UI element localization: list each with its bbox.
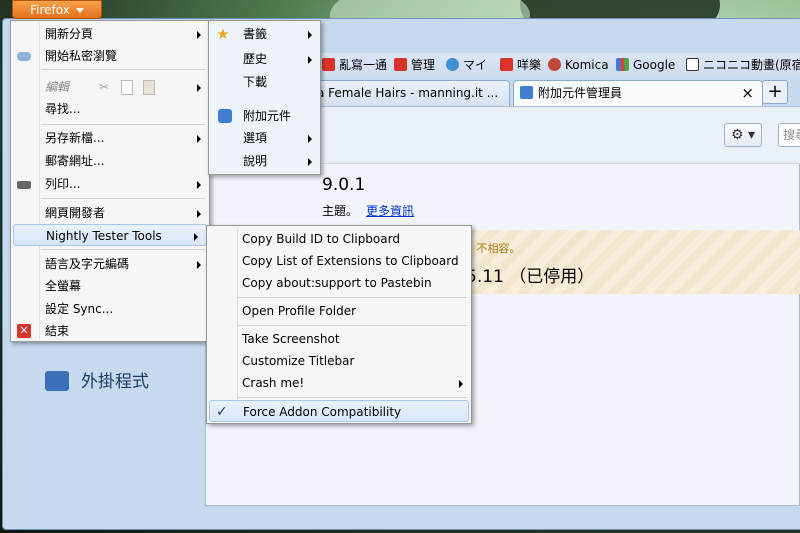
mask-icon [17,52,31,61]
bookmark-item[interactable]: 管理 [394,57,435,73]
blue-site-icon [446,58,459,71]
submenu-arrow-icon [194,233,198,241]
plugin-icon [45,371,69,391]
menu-item-edit[interactable]: 編輯 ✂ [11,76,209,98]
red-site-icon [322,58,335,71]
addon-version: 9.0.1 [322,175,366,195]
bookmark-item[interactable]: マイ [446,57,487,73]
firefox-menu-button[interactable]: Firefox [12,0,102,19]
red-site-icon [394,58,407,71]
menu-item-web-developer[interactable]: 網頁開發者 [11,202,209,224]
menu-item-copy-extensions[interactable]: Copy List of Extensions to Clipboard [207,250,471,272]
category-pane [12,341,204,506]
bookmark-item[interactable]: Komica [548,57,609,73]
tab-addons-manager[interactable]: 附加元件管理員 × [513,80,763,106]
search-input[interactable]: 搜尋 [778,123,800,147]
star-icon: ★ [216,25,230,43]
bookmark-item[interactable]: 咩樂 [500,57,541,73]
submenu-arrow-icon [308,158,312,166]
bookmark-item[interactable]: 亂寫一通 [322,57,387,73]
submenu-arrow-icon [197,135,201,143]
menu-item-new-tab[interactable]: 開新分頁 [11,23,209,45]
addon-name-disabled: 5.11 （已停用） [466,267,595,287]
menu-item-print[interactable]: 列印... [11,173,209,195]
menu-item-find[interactable]: 尋找... [11,98,209,120]
menu-item-encoding[interactable]: 語言及字元編碼 [11,253,209,275]
puzzle-icon [520,86,533,99]
puzzle-icon [218,109,232,123]
submenu-arrow-icon [197,210,201,218]
copy-icon [121,80,133,95]
submenu-arrow-icon [197,84,201,92]
checkmark-icon: ✓ [216,404,228,420]
menu-item-private-browsing[interactable]: 開始私密瀏覽 [11,45,209,67]
incompatible-warning: 1 不相容。 [466,242,521,255]
menu-item-take-screenshot[interactable]: Take Screenshot [207,328,471,350]
google-icon [616,58,629,71]
menu-item-fullscreen[interactable]: 全螢幕 [11,275,209,297]
submenu-arrow-icon [459,380,463,388]
menu-item-copy-build-id[interactable]: Copy Build ID to Clipboard [207,228,471,250]
menu-item-downloads[interactable]: 下載 [209,71,320,93]
submenu-arrow-icon [197,31,201,39]
menu-item-history[interactable]: 歷史 [209,48,320,70]
character-icon [548,58,561,71]
menu-item-bookmarks[interactable]: ★ 書籤 [209,23,320,45]
cut-icon: ✂ [99,80,110,94]
submenu-arrow-icon [308,31,312,39]
tv-icon [686,58,699,71]
red-site-icon [500,58,513,71]
tab-female-hairs[interactable]: a Female Hairs - manning.it ... [310,80,510,106]
addon-description: 主題。 更多資訊 [322,204,415,218]
menu-item-options[interactable]: 選項 [209,127,320,149]
exit-icon: ✕ [17,324,31,338]
submenu-arrow-icon [197,261,201,269]
menu-item-customize-titlebar[interactable]: Customize Titlebar [207,350,471,372]
paste-icon [143,80,155,95]
bookmark-item[interactable]: Google [616,57,675,73]
category-plugins[interactable]: 外掛程式 [45,367,149,392]
new-tab-button[interactable]: + [762,80,788,104]
menu-item-nightly-tester-tools[interactable]: Nightly Tester Tools [13,224,207,246]
menu-item-exit[interactable]: ✕ 結束 [11,320,209,342]
menu-item-addons[interactable]: 附加元件 [209,105,320,127]
menu-item-open-profile-folder[interactable]: Open Profile Folder [207,300,471,322]
firefox-main-menu: 開新分頁 開始私密瀏覽 編輯 ✂ 尋找... 另存新檔... 郵寄網址... 列… [10,20,210,342]
menu-item-crash-me[interactable]: Crash me! [207,372,471,394]
menu-item-copy-about-support[interactable]: Copy about:support to Pastebin [207,272,471,294]
menu-item-email-link[interactable]: 郵寄網址... [11,150,209,172]
menu-item-help[interactable]: 說明 [209,150,320,172]
bookmark-item[interactable]: ニコニコ動畫(原宿 [686,57,800,73]
menu-item-save-as[interactable]: 另存新檔... [11,127,209,149]
firefox-side-menu: ★ 書籤 歷史 下載 附加元件 選項 說明 [208,20,321,175]
close-tab-icon[interactable]: × [741,81,754,105]
submenu-arrow-icon [308,135,312,143]
gear-button[interactable]: ⚙ ▾ [724,123,762,147]
dropdown-arrow-icon [75,8,84,13]
printer-icon [17,181,31,189]
nightly-tester-tools-submenu: Copy Build ID to Clipboard Copy List of … [206,225,472,424]
more-info-link[interactable]: 更多資訊 [366,204,414,218]
menu-item-sync[interactable]: 設定 Sync... [11,298,209,320]
submenu-arrow-icon [197,181,201,189]
submenu-arrow-icon [308,56,312,64]
menu-item-force-addon-compatibility[interactable]: ✓ Force Addon Compatibility [209,400,469,422]
